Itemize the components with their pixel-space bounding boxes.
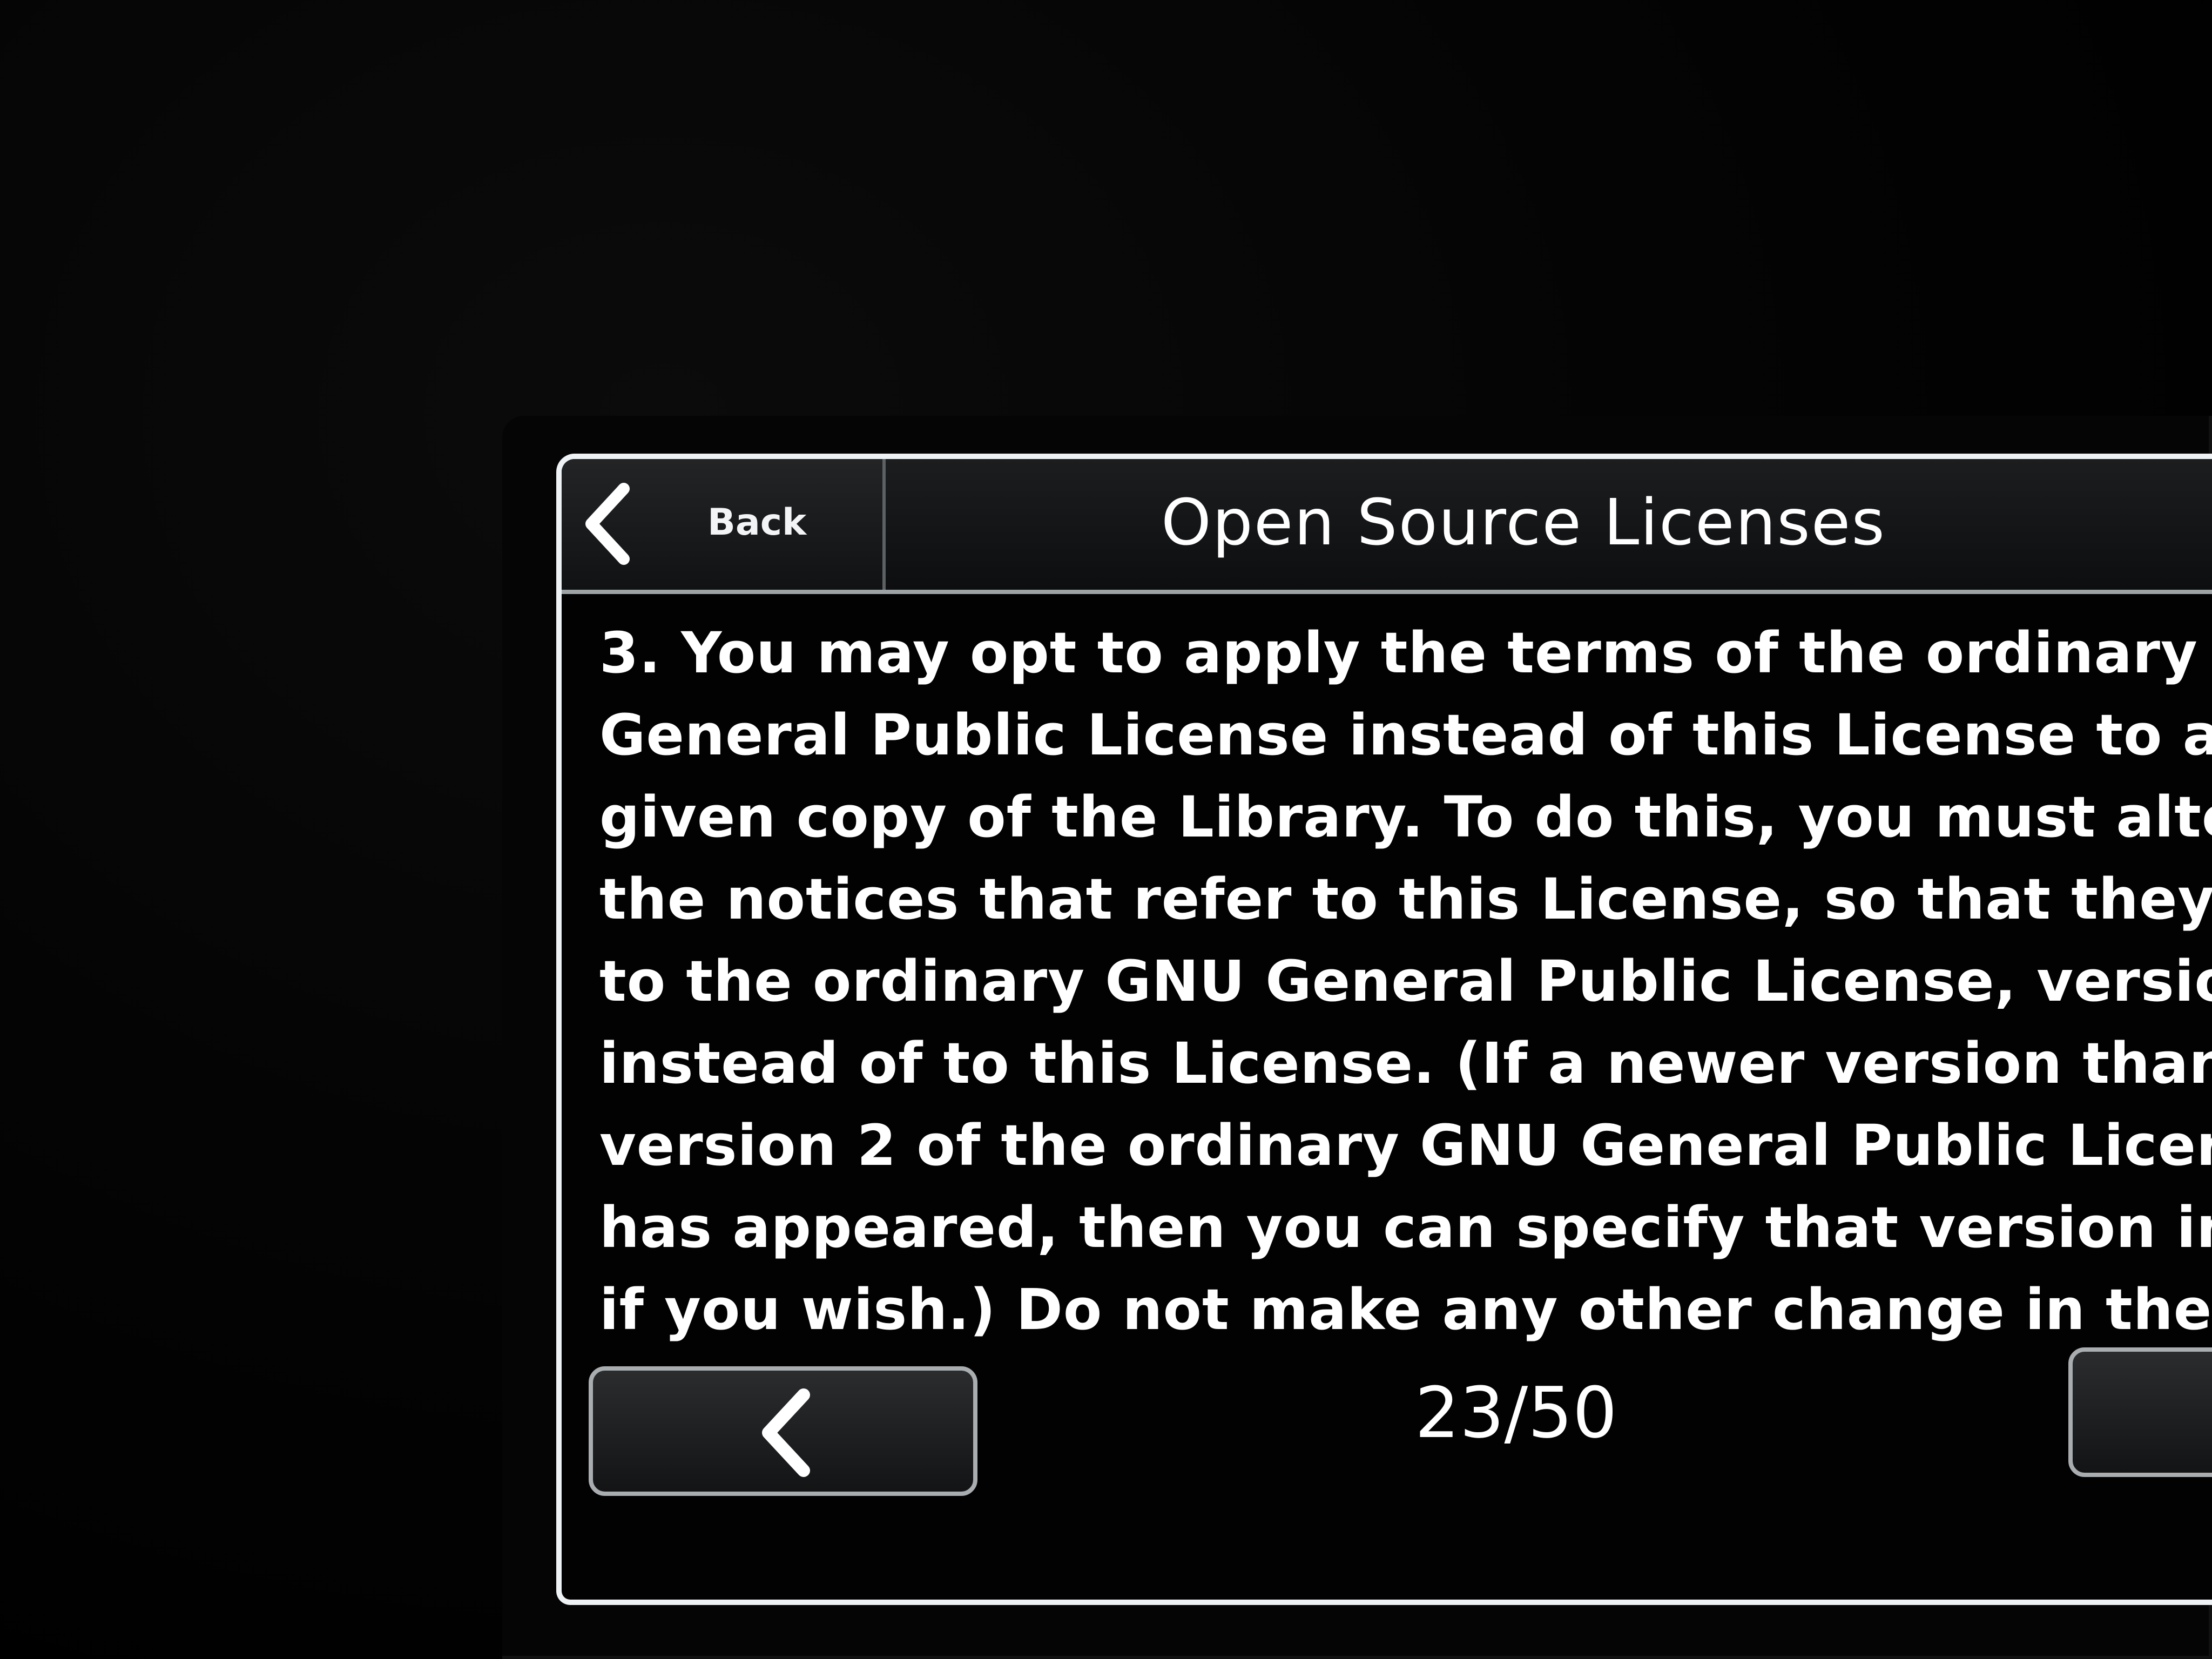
page-title: Open Source Licenses — [1161, 485, 1886, 559]
chevron-left-icon — [585, 483, 630, 565]
infotainment-screen: Back Open Source Licenses 3. You may opt… — [556, 454, 2212, 1605]
next-page-button[interactable] — [2068, 1347, 2212, 1477]
license-text-line: has appeared, then you can specify that … — [599, 1195, 2212, 1260]
pagination-bar: 23/50 — [562, 1347, 2212, 1600]
license-text-line: the notices that refer to this License, … — [599, 866, 2212, 932]
license-text-line: to the ordinary GNU General Public Licen… — [599, 948, 2212, 1014]
license-text-line: version 2 of the ordinary GNU General Pu… — [599, 1112, 2212, 1178]
license-text-line: instead of to this License. (If a newer … — [599, 1030, 2212, 1096]
chevron-left-icon — [762, 1388, 810, 1477]
back-label: Back — [707, 501, 807, 544]
header-bar: Back Open Source Licenses — [562, 459, 2212, 594]
license-text-line: General Public License instead of this L… — [599, 702, 2212, 768]
back-button[interactable]: Back — [562, 459, 886, 590]
license-text-line: 3. You may opt to apply the terms of the… — [599, 620, 2212, 686]
previous-page-button[interactable] — [589, 1366, 977, 1496]
license-text-line: given copy of the Library. To do this, y… — [599, 784, 2212, 850]
license-text-line: if you wish.) Do not make any other chan… — [599, 1277, 2212, 1343]
license-text-area[interactable]: 3. You may opt to apply the terms of the… — [562, 598, 2212, 1354]
page-indicator: 23/50 — [1415, 1372, 1617, 1454]
